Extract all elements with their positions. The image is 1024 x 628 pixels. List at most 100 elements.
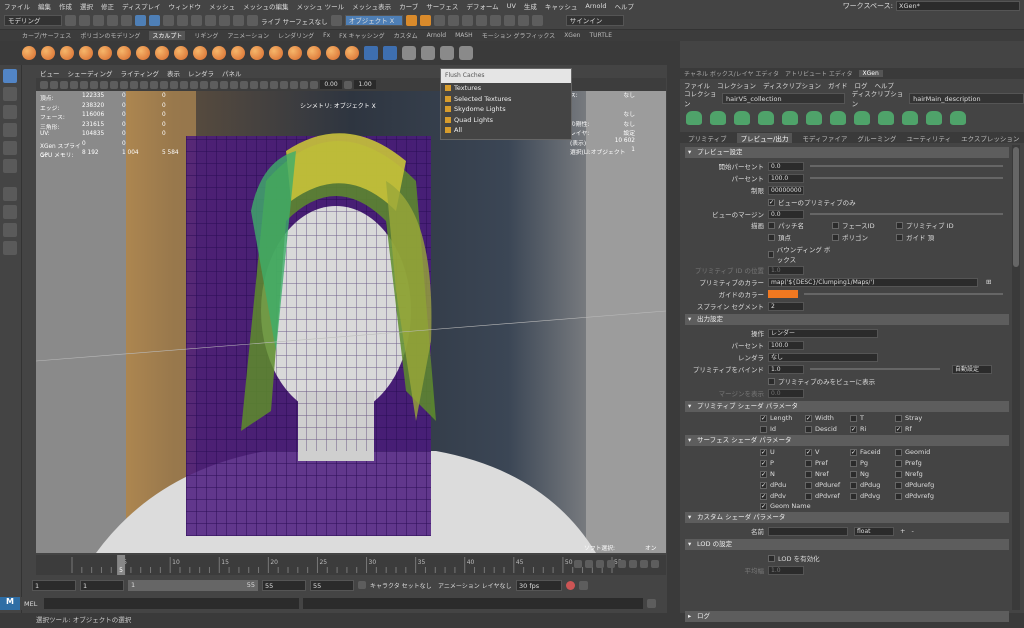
menu-item[interactable]: サーフェス xyxy=(426,1,458,11)
snap-view-icon[interactable] xyxy=(233,15,244,26)
smooth-tool-icon[interactable] xyxy=(41,46,55,60)
shelf-tab[interactable]: レンダリング xyxy=(278,31,314,40)
safe-action-icon[interactable] xyxy=(130,80,138,89)
checkbox[interactable] xyxy=(896,221,903,229)
use-all-lights-icon[interactable] xyxy=(200,80,208,89)
collection-dropdown[interactable]: hairV5_collection xyxy=(721,92,845,104)
menu-item[interactable]: キャッシュ xyxy=(545,1,578,11)
checkbox[interactable] xyxy=(895,481,902,489)
checkbox-option[interactable]: dPdvref xyxy=(805,492,850,500)
foamy-tool-icon[interactable] xyxy=(136,46,150,60)
imprint-tool-icon[interactable] xyxy=(193,46,207,60)
mel-input[interactable] xyxy=(44,598,299,609)
guide-color-slider[interactable] xyxy=(804,293,1003,295)
snap-surface-icon[interactable] xyxy=(219,15,230,26)
checkbox-option[interactable]: Ng xyxy=(850,470,895,478)
guide-color-swatch[interactable] xyxy=(768,290,798,298)
playback-start-field[interactable]: 1 xyxy=(80,579,124,591)
flush-menu-item[interactable]: Skydome Lights xyxy=(441,104,571,115)
checkbox[interactable] xyxy=(896,233,903,241)
signin-button[interactable]: サインイン xyxy=(565,15,624,26)
time-slider[interactable]: 5101520253035404550555 xyxy=(36,555,666,575)
menu-item[interactable]: 編集 xyxy=(38,1,51,11)
shelf-tab[interactable]: カスタム xyxy=(394,31,418,40)
four-view-layout-icon[interactable] xyxy=(3,205,17,219)
checkbox[interactable] xyxy=(768,233,775,241)
description-dropdown[interactable]: hairMain_description xyxy=(909,92,1024,104)
view-only-checkbox[interactable] xyxy=(768,377,775,385)
checkbox[interactable] xyxy=(805,492,812,500)
textured-icon[interactable] xyxy=(190,80,198,89)
play-back-icon[interactable] xyxy=(607,560,615,568)
menu-item[interactable]: メッシュ表示 xyxy=(352,1,391,11)
create-guide-icon[interactable] xyxy=(710,111,726,125)
custom-add-button[interactable]: + xyxy=(900,527,905,535)
shelf-tab[interactable]: スカルプト xyxy=(149,31,186,40)
checkbox-option[interactable]: dPdvrefg xyxy=(895,492,940,500)
right-panel-tab[interactable]: チャネル ボックス/レイヤ エディタ xyxy=(684,69,779,78)
percent-field[interactable]: 100.0 xyxy=(768,173,804,183)
checkbox[interactable] xyxy=(805,481,812,489)
repeat-tool-icon[interactable] xyxy=(174,46,188,60)
fill-tool-icon[interactable] xyxy=(250,46,264,60)
wireframe-icon[interactable] xyxy=(150,80,158,89)
shelf-tab[interactable]: TURTLE xyxy=(589,32,612,39)
xgen-preview-icon[interactable] xyxy=(440,46,454,60)
start-percent-slider[interactable] xyxy=(810,165,1003,167)
bookmark-icon[interactable] xyxy=(60,80,68,89)
output-settings-header[interactable]: 出力設定 xyxy=(685,314,1009,325)
out-margin-field[interactable]: 0.0 xyxy=(768,388,804,398)
film-gate-icon[interactable] xyxy=(90,80,98,89)
checkbox[interactable] xyxy=(850,492,857,500)
menu-item[interactable]: ウィンドウ xyxy=(169,1,202,11)
depth-of-field-icon[interactable] xyxy=(250,80,258,89)
history-icon[interactable] xyxy=(247,15,258,26)
exposure-field[interactable]: 0.00 xyxy=(320,80,342,89)
lasso-tool-icon[interactable] xyxy=(3,87,17,101)
checkbox-option[interactable]: プリミティブ ID xyxy=(896,220,960,230)
select-tool-icon[interactable] xyxy=(3,69,17,83)
menu-item[interactable]: メッシュの編集 xyxy=(243,1,289,11)
select-component-icon[interactable] xyxy=(163,15,174,26)
mode-dropdown[interactable]: モデリング xyxy=(4,15,62,26)
auto-set-button[interactable]: 自動設定 xyxy=(952,364,992,374)
surf-shader-header[interactable]: サーフェス シェーダ パラメータ xyxy=(685,435,1009,446)
checkbox-option[interactable]: ✓ P xyxy=(760,459,805,467)
checkbox[interactable] xyxy=(895,448,902,456)
out-percent-field[interactable]: 100.0 xyxy=(768,340,804,350)
guide-flip-icon[interactable] xyxy=(830,111,846,125)
guide-orient-icon[interactable] xyxy=(854,111,870,125)
scrape-tool-icon[interactable] xyxy=(231,46,245,60)
scale-tool-icon[interactable] xyxy=(3,159,17,173)
step-forward-key-icon[interactable] xyxy=(640,560,648,568)
viewport-menu-item[interactable]: 表示 xyxy=(167,68,180,78)
lod-header[interactable]: LOD の設定 xyxy=(685,539,1009,550)
prim-color-field[interactable]: map('${DESC}/Clumping1/Maps/') xyxy=(768,277,978,287)
exposure-icon[interactable] xyxy=(310,80,318,89)
prim-shader-header[interactable]: プリミティブ シェーダ パラメータ xyxy=(685,401,1009,412)
attribute-icon[interactable] xyxy=(517,15,529,26)
checkbox-option[interactable]: T xyxy=(850,414,895,422)
step-back-key-icon[interactable] xyxy=(585,560,593,568)
wireframe-on-shaded-icon[interactable] xyxy=(180,80,188,89)
camera-select-icon[interactable] xyxy=(40,80,48,89)
checkbox[interactable]: ✓ xyxy=(895,425,902,433)
shelf-tab[interactable]: ポリゴンのモデリング xyxy=(80,31,140,40)
xgen-menu-item[interactable]: ガイド xyxy=(828,80,848,90)
xgen-subtab[interactable]: グルーミング xyxy=(857,133,896,143)
pinch-tool-icon[interactable] xyxy=(98,46,112,60)
flush-menu-item[interactable]: All xyxy=(441,125,571,136)
safe-title-icon[interactable] xyxy=(140,80,148,89)
save-scene-icon[interactable] xyxy=(93,15,104,26)
checkbox-option[interactable]: ✓ V xyxy=(805,448,850,456)
anim-layer-dropdown[interactable]: アニメーション レイヤなし xyxy=(438,581,512,590)
shelf-tab[interactable]: MASH xyxy=(455,32,473,39)
xgen-clear-icon[interactable] xyxy=(459,46,473,60)
hud-icon[interactable] xyxy=(300,80,308,89)
right-panel-tab[interactable]: アトリビュート エディタ xyxy=(785,69,853,78)
viewport-menu-item[interactable]: パネル xyxy=(222,68,242,78)
checkbox-option[interactable]: ✓ Rf xyxy=(895,425,940,433)
op-dropdown[interactable]: レンダー xyxy=(768,328,878,338)
auto-key-icon[interactable] xyxy=(566,580,575,590)
snap-grid-icon[interactable] xyxy=(177,15,188,26)
